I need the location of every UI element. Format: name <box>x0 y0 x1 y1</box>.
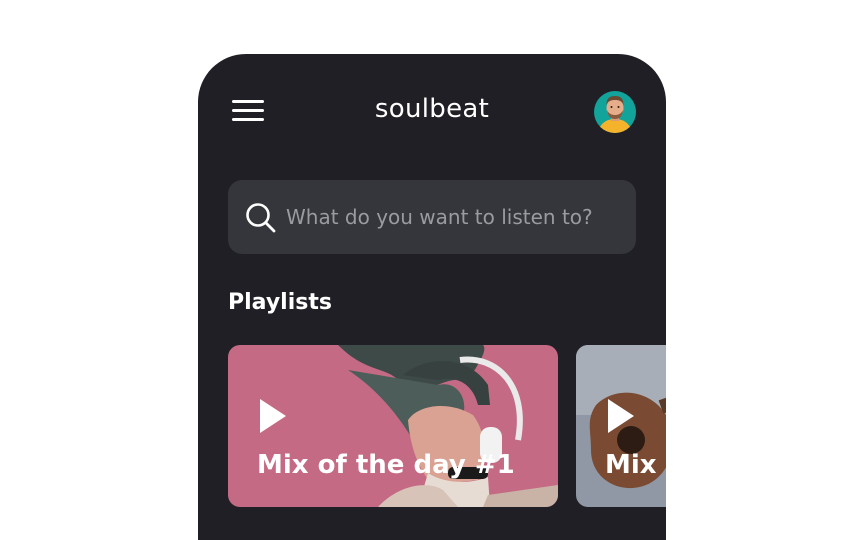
search-bar[interactable] <box>228 180 636 254</box>
section-title-playlists: Playlists <box>228 290 332 315</box>
playlist-card[interactable]: Mix <box>576 345 666 507</box>
play-icon[interactable] <box>258 397 288 435</box>
play-icon[interactable] <box>606 397 636 435</box>
app-screen: soulbeat Playlists <box>198 54 666 540</box>
search-input[interactable] <box>286 198 616 236</box>
playlist-card[interactable]: Mix of the day #1 <box>228 345 558 507</box>
user-avatar[interactable] <box>594 91 636 133</box>
avatar-icon <box>594 91 636 133</box>
playlist-title: Mix of the day #1 <box>257 450 515 480</box>
playlist-title: Mix <box>605 450 657 480</box>
search-icon <box>246 203 276 233</box>
